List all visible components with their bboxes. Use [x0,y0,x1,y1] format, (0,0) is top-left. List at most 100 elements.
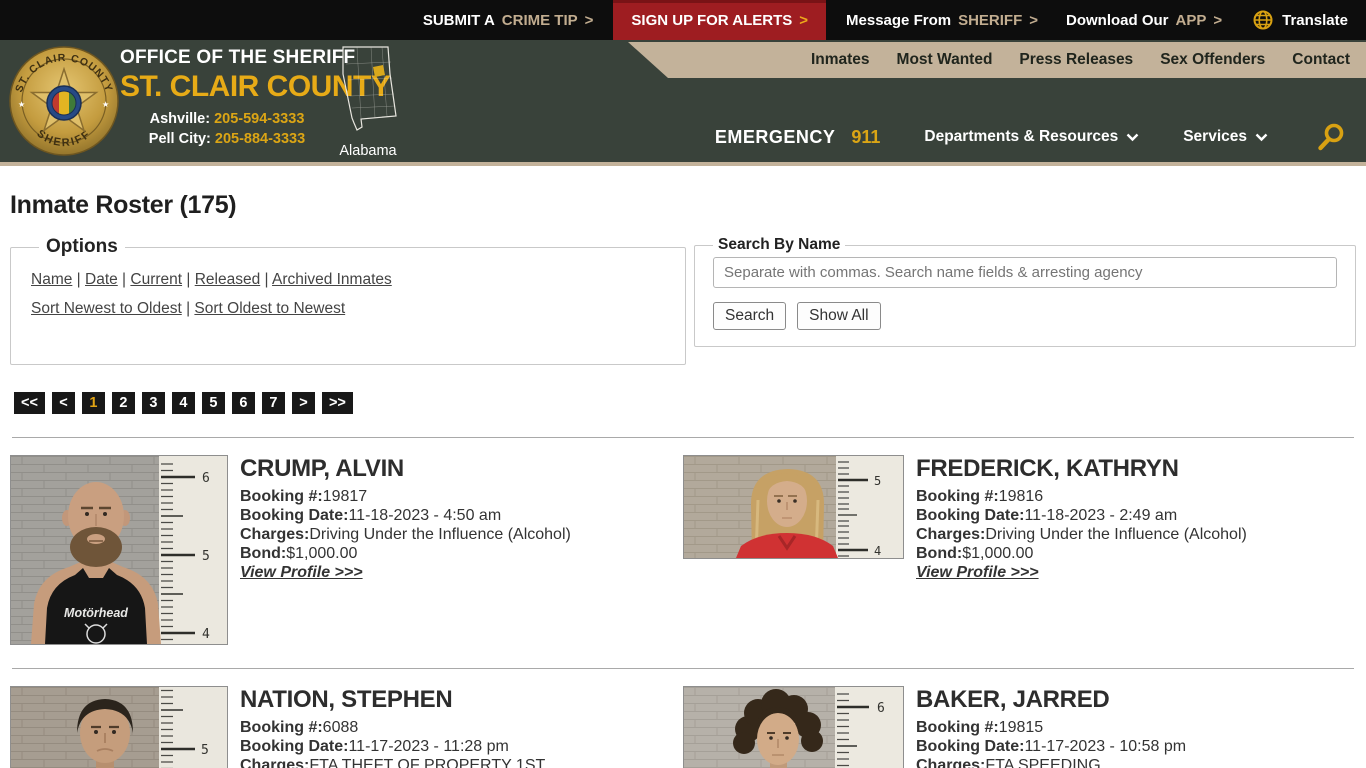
menu-departments-resources[interactable]: Departments & Resources [924,128,1139,146]
alerts-label: SIGN UP FOR ALERTS [631,11,793,29]
inmate-card: 6 5 4 Motörhead CRUMP, ALVIN Booking #:1… [10,455,683,645]
search-legend: Search By Name [718,236,841,253]
state-label: Alabama [339,143,397,159]
search-toggle-button[interactable] [1316,122,1346,152]
inmate-info: FREDERICK, KATHRYN Booking #:19816 Booki… [916,455,1247,582]
emergency-notice: EMERGENCY 911 [715,127,881,148]
page-1[interactable]: 1 [81,392,105,414]
charges-line: Charges:Driving Under the Influence (Alc… [240,526,571,544]
office-line: OFFICE OF THE SHERIFF [120,47,356,68]
download-app-link[interactable]: Download Our APP > [1052,0,1236,40]
page-next[interactable]: > [291,392,315,414]
options-panel: Options Name Date Current Released Archived … [10,236,686,365]
page-3[interactable]: 3 [141,392,165,414]
translate-button[interactable]: Translate [1236,0,1352,40]
page-7[interactable]: 7 [261,392,285,414]
inmate-grid-row-1: 6 5 4 Motörhead CRUMP, ALVIN Booking #:1… [10,455,1356,645]
pagination: << < 1 2 3 4 5 6 7 > >> [14,392,1356,414]
menu-services-label: Services [1183,128,1247,145]
county-line: ST. CLAIR COUNTY [120,70,391,103]
inmate-name: NATION, STEPHEN [240,686,453,713]
nav-most-wanted[interactable]: Most Wanted [897,51,993,69]
mugshot-photo[interactable]: 6 [683,686,904,768]
inmate-name: BAKER, JARRED [916,686,1110,713]
view-profile-link[interactable]: View Profile >>> [916,564,1039,582]
phone-number: 205-884-3333 [214,131,306,147]
ruler-number: 6 [877,701,885,716]
page-title: Inmate Roster (175) [10,191,237,219]
message-from-sheriff-link[interactable]: Message From SHERIFF > [832,0,1052,40]
booking-number-line: Booking #:6088 [240,719,359,737]
submit-crime-tip-link[interactable]: SUBMIT A CRIME TIP > [409,0,608,40]
page-6[interactable]: 6 [231,392,255,414]
phone-pell-city: Pell City: 205-884-3333 [120,131,334,147]
site-header: ST. CLAIR COUNTY SHERIFF ★ ★ OFFICE OF T… [0,40,1366,166]
message-highlight: SHERIFF [958,11,1023,29]
chevron-right-icon: > [1213,11,1223,29]
page-prev[interactable]: < [51,392,75,414]
phone-ashville: Ashville: 205-594-3333 [120,111,334,127]
globe-icon [1253,10,1273,30]
mugshot-photo[interactable]: 5 [10,686,228,768]
page-2[interactable]: 2 [111,392,135,414]
sort-oldest-to-newest[interactable]: Sort Oldest to Newest [194,300,345,317]
charges-line: Charges:FTA SPEEDING [916,757,1101,768]
app-prefix: Download Our [1066,11,1169,29]
phone-label: Pell City: [148,131,211,147]
signup-alerts-button[interactable]: SIGN UP FOR ALERTS > [613,0,827,40]
show-all-button[interactable]: Show All [797,302,881,330]
inmate-card: 6 BAKER, JARRED Booking #:19815 Booking … [683,686,1356,768]
ruler-number: 5 [874,474,881,488]
options-legend: Options [46,236,118,257]
inmate-name: FREDERICK, KATHRYN [916,455,1179,482]
inmate-info: CRUMP, ALVIN Booking #:19817 Booking Dat… [240,455,571,582]
nav-contact[interactable]: Contact [1292,51,1350,69]
inmate-card: 5 4 FREDERICK, KATHRYN Booking #:19816 B… [683,455,1356,645]
inmate-grid-row-2: 5 NATION, STEPHEN Booking #:6088 Booking… [10,686,1356,768]
search-buttons-row: Search Show All [713,302,1337,330]
mugshot-photo[interactable]: 6 5 4 Motörhead [10,455,228,645]
page-5[interactable]: 5 [201,392,225,414]
booking-date-line: Booking Date:11-18-2023 - 2:49 am [916,507,1178,525]
search-input[interactable] [713,257,1337,288]
menu-departments-label: Departments & Resources [924,128,1119,145]
search-button[interactable]: Search [713,302,787,330]
divider [12,437,1354,438]
bond-line: Bond:$1,000.00 [916,545,1034,563]
page-first[interactable]: << [14,392,45,414]
mugshot-photo[interactable]: 5 4 [683,455,904,559]
chevron-right-icon: > [799,11,809,29]
nav-inmates[interactable]: Inmates [811,51,870,69]
inmate-name: CRUMP, ALVIN [240,455,404,482]
inmate-info: BAKER, JARRED Booking #:19815 Booking Da… [916,686,1186,768]
sort-newest-to-oldest[interactable]: Sort Newest to Oldest [31,300,182,317]
main-content: Inmate Roster (175) Options Name Date Curr… [0,191,1366,768]
booking-number-line: Booking #:19816 [916,488,1044,506]
ruler-number: 5 [202,549,210,564]
chevron-down-icon [1255,133,1268,141]
app-highlight: APP [1175,11,1207,29]
primary-nav: Inmates Most Wanted Press Releases Sex O… [628,42,1366,78]
filter-current[interactable]: Current [130,271,182,288]
menu-services[interactable]: Services [1183,128,1268,146]
page-last[interactable]: >> [321,392,353,414]
translate-label: Translate [1282,11,1348,29]
view-profile-link[interactable]: View Profile >>> [240,564,363,582]
nav-sex-offenders[interactable]: Sex Offenders [1160,51,1265,69]
chevron-down-icon [1126,133,1139,141]
filter-name[interactable]: Name [31,271,72,288]
filter-archived-inmates[interactable]: Archived Inmates [272,271,392,288]
svg-text:★: ★ [102,100,109,109]
page-4[interactable]: 4 [171,392,195,414]
nav-press-releases[interactable]: Press Releases [1019,51,1133,69]
alabama-map [342,46,397,131]
phone-number: 205-594-3333 [214,111,305,127]
svg-text:★: ★ [18,100,25,109]
filter-released[interactable]: Released [195,271,261,288]
inmate-card: 5 NATION, STEPHEN Booking #:6088 Booking… [10,686,683,768]
ruler-number: 6 [202,471,210,486]
phone-label: Ashville: [149,111,211,127]
filter-date[interactable]: Date [85,271,118,288]
crime-tip-prefix: SUBMIT A [422,11,495,29]
crime-tip-highlight: CRIME TIP [501,11,578,29]
